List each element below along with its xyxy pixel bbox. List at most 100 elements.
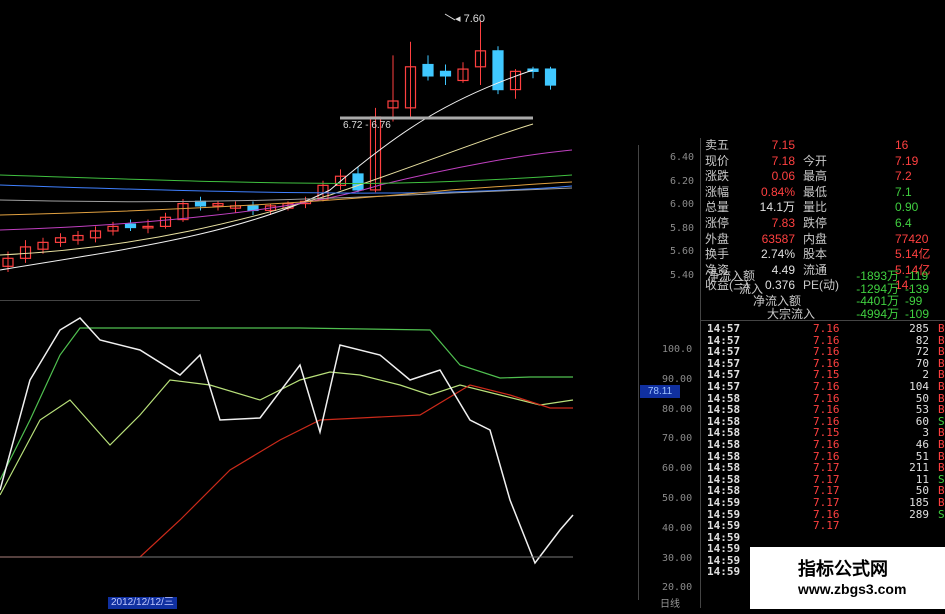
- ma250-line: [0, 181, 573, 216]
- tick-time: 14:59: [707, 519, 741, 533]
- kdj-axis-tick: 80.00: [662, 403, 693, 415]
- tick-row[interactable]: 14:58 7.16 46 B: [705, 439, 945, 451]
- tick-row[interactable]: 14:57 7.16 285 B: [705, 323, 945, 335]
- tick-flag: B: [938, 437, 945, 451]
- tick-volume: 285: [909, 322, 929, 335]
- quote-row: 总量 14.1万 量比 0.90: [705, 200, 945, 216]
- quote-row: 卖五 7.15 16: [705, 138, 945, 154]
- price-axis-tick: 6.40: [670, 152, 695, 163]
- candle-body: [352, 173, 364, 191]
- quote-label: 涨幅: [705, 184, 730, 199]
- quote-label-2: 最低: [803, 184, 828, 199]
- quote-value: 63587: [761, 231, 795, 246]
- flow-value: -4401万: [856, 294, 899, 308]
- quote-value: 0.84%: [760, 184, 795, 199]
- target-price-value: 7.60: [463, 13, 485, 25]
- tick-row[interactable]: 14:59 7.17 185 B: [705, 497, 945, 509]
- tick-row[interactable]: 14:58 7.17 211 B: [705, 462, 945, 474]
- period-tab[interactable]: 日线: [660, 595, 680, 610]
- kdj-axis-tick: 40.00: [662, 522, 693, 534]
- tick-volume: 185: [909, 495, 929, 509]
- watermark-title: 指标公式网: [798, 559, 888, 580]
- flow-label: 净流入额: [707, 269, 756, 283]
- quote-row: 外盘 63587 内盘 77420: [705, 232, 945, 248]
- tick-list[interactable]: 14:57 7.16 285 B 14:57 7.16 82 B 14:57 7.16 72 B 14:…: [705, 323, 945, 578]
- tick-row[interactable]: 14:58 7.16 53 B: [705, 404, 945, 416]
- price-axis-tick: 5.80: [670, 222, 695, 234]
- chart-right-divider: [638, 145, 639, 600]
- tick-volume: 289: [909, 507, 929, 521]
- flow-row: 大宗流入 -4994万 -109: [705, 306, 945, 321]
- price-axis-tick: 6.20: [670, 175, 695, 187]
- quote-value: 7.83: [771, 215, 795, 230]
- flow-value: -4994万: [856, 306, 899, 321]
- tick-volume: 46: [915, 437, 929, 451]
- target-price-label: ◂ 7.60: [455, 13, 485, 25]
- quote-label: 涨跌: [705, 169, 730, 184]
- quote-row: 现价 7.18 今开 7.19: [705, 154, 945, 170]
- tick-time: 14:58: [707, 403, 741, 417]
- quote-value: 0.06: [771, 169, 795, 184]
- quote-value-2: 7.1: [895, 184, 912, 199]
- quote-value-2: 5.14亿: [895, 247, 931, 262]
- tick-volume: 211: [909, 461, 929, 475]
- quote-label-2: 量比: [803, 200, 828, 215]
- target-arrow: [444, 13, 456, 21]
- tick-volume: 53: [915, 403, 929, 417]
- fund-flow-panel: 净流入额 -1893万 -119 流入 -1294万 -139 净流入额 -4401万 -99 大…: [705, 270, 945, 320]
- quote-value-2: 77420: [895, 231, 929, 246]
- candle-body: [544, 68, 557, 86]
- tick-price: 7.16: [813, 403, 840, 417]
- price-axis-tick: 5.60: [670, 246, 695, 257]
- tick-price: 7.17: [813, 461, 840, 475]
- quote-row: 涨幅 0.84% 最低 7.1: [705, 185, 945, 201]
- quote-label: 总量: [705, 200, 730, 215]
- tick-time: 14:57: [707, 379, 741, 393]
- tick-volume: 104: [909, 379, 929, 393]
- kdj-axis-tick: 90.00: [662, 373, 693, 385]
- quote-value-2: 7.2: [895, 169, 912, 184]
- quote-value: 7.18: [771, 153, 795, 168]
- quote-label-2: 股本: [803, 247, 828, 262]
- quote-divider: [700, 138, 701, 608]
- tick-time: 14:57: [707, 322, 741, 335]
- quote-label: 涨停: [705, 215, 730, 230]
- quote-label: 现价: [705, 153, 730, 168]
- tick-row[interactable]: 14:59 7.17: [705, 520, 945, 532]
- quote-row: 涨停 7.83 跌停 6.4: [705, 216, 945, 232]
- kdj-axis-tick: 30.00: [662, 552, 693, 564]
- tick-time: 14:58: [707, 437, 741, 451]
- flow-value-2: -99: [905, 294, 923, 308]
- tick-row[interactable]: 14:59: [705, 532, 945, 544]
- flow-value-2: -119: [905, 269, 929, 283]
- quote-label: 换手: [705, 247, 730, 262]
- quote-row: 涨跌 0.06 最高 7.2: [705, 169, 945, 185]
- watermark-url: www.zbgs3.com: [798, 581, 907, 597]
- flow-label: 大宗流入: [767, 306, 816, 321]
- kdj-k-line: [0, 317, 574, 565]
- tick-price: 7.17: [813, 519, 840, 533]
- tick-row[interactable]: 14:57 7.16 104 B: [705, 381, 945, 393]
- tick-price: 7.16: [813, 437, 840, 451]
- ma120-line: [0, 187, 573, 203]
- kdj-j-line: [0, 327, 573, 481]
- kdj-axis-tick: 70.00: [662, 433, 693, 445]
- tick-price: 7.16: [813, 322, 840, 335]
- gap-range-label: 6.72 - 6.76: [343, 120, 391, 131]
- price-axis-tick: 6.00: [670, 199, 695, 210]
- quote-value: 2.74%: [760, 247, 795, 262]
- kdj-d-line: [0, 371, 574, 496]
- kdj-axis-tick: 20.00: [662, 582, 693, 594]
- tick-flag: S: [938, 507, 945, 521]
- quote-label-2: 跌停: [803, 215, 828, 230]
- flow-label: 净流入额: [753, 294, 802, 308]
- tick-flag: B: [938, 403, 945, 417]
- kdj-axis-tick: 50.00: [662, 493, 693, 504]
- quote-value-2: 6.4: [895, 215, 912, 230]
- price-axis-tick: 5.40: [670, 269, 695, 281]
- candle-body: [124, 223, 137, 229]
- quote-label-2: 内盘: [803, 231, 828, 246]
- quote-value-2: 0.90: [895, 200, 919, 215]
- tick-time: 14:59: [707, 565, 741, 579]
- kdj-axis-tick: 60.00: [662, 463, 693, 475]
